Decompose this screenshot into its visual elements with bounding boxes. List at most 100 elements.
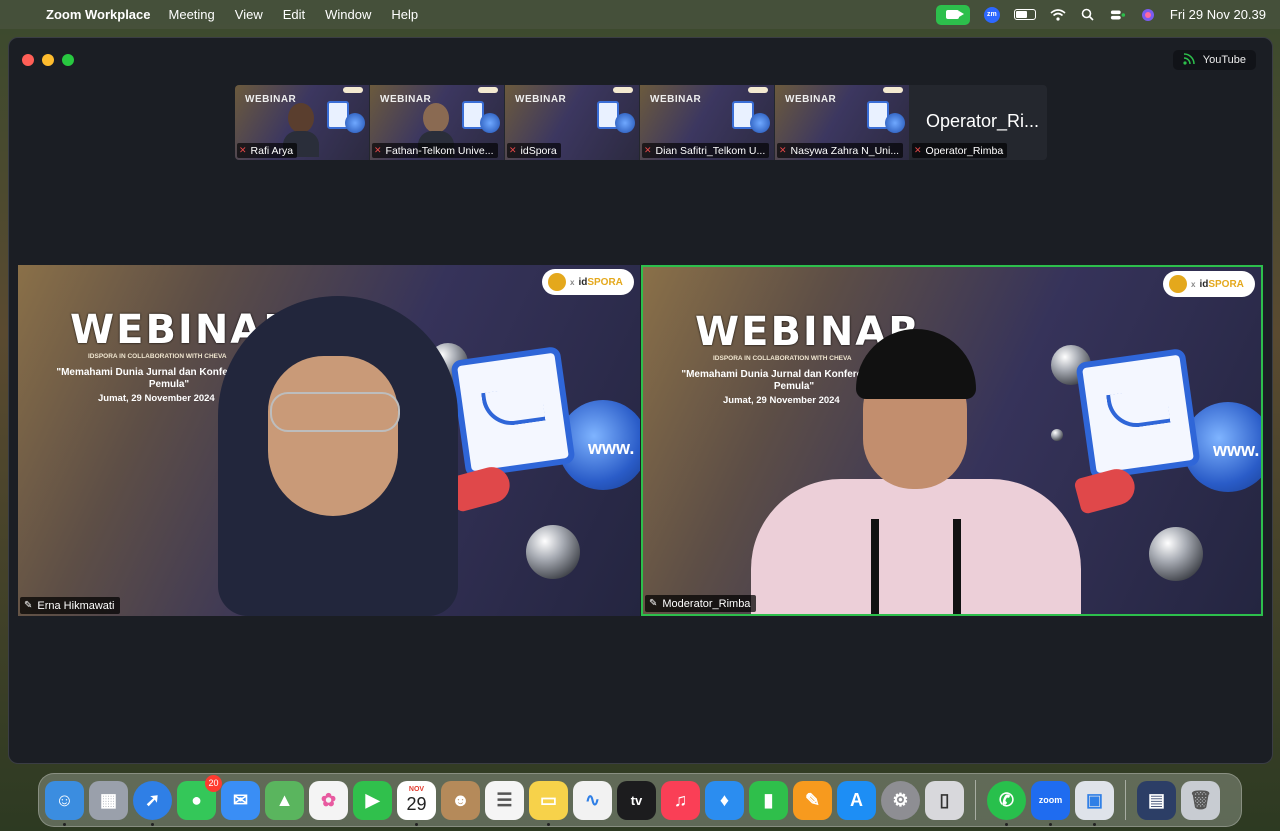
wifi-icon[interactable] <box>1050 8 1066 22</box>
menu-meeting[interactable]: Meeting <box>169 7 215 22</box>
globe-text: www. <box>588 438 635 458</box>
close-window-button[interactable] <box>22 54 34 66</box>
logo-separator: x <box>1191 279 1196 289</box>
participant-name: Erna Hikmawati <box>37 599 115 612</box>
slide-title: WEBINAR <box>785 94 837 105</box>
globe-graphic <box>885 113 905 133</box>
battery-icon[interactable] <box>1013 9 1036 20</box>
apple-tv-icon[interactable]: tv <box>617 780 656 820</box>
slide-title: WEBINAR <box>515 94 567 105</box>
idspora-wordmark: idSPORA <box>1199 279 1243 290</box>
participant-thumbnail[interactable]: Operator_Ri... ✕ Operator_Rimba <box>910 85 1044 160</box>
music-icon[interactable]: ♫ <box>661 780 700 820</box>
calendar-day: 29 <box>406 794 427 814</box>
facetime-icon[interactable]: ▶ <box>353 780 392 820</box>
globe-graphic <box>345 113 365 133</box>
menu-help[interactable]: Help <box>391 7 418 22</box>
participant-name-tag: ✕ Rafi Arya <box>237 143 298 158</box>
participant-name-tag: ✎ Moderator_Rimba <box>645 595 757 612</box>
trash-icon[interactable]: 🗑 <box>1181 780 1220 820</box>
participant-thumbnail[interactable]: WEBINAR ✕ idSpora <box>505 85 639 160</box>
safari-icon[interactable]: ➚ <box>133 780 172 826</box>
pin-icon: ✎ <box>24 600 33 611</box>
logo-id-text: id <box>578 276 588 288</box>
photos-icon[interactable]: ✿ <box>309 780 348 820</box>
slide-logo <box>478 87 498 93</box>
spotlight-search-icon[interactable] <box>1080 8 1096 22</box>
broadcast-icon <box>1183 52 1195 68</box>
active-speaker-video-tile[interactable]: WEBINAR IDSPORA IN COLLABORATION WITH CH… <box>641 265 1263 616</box>
logo-id-text: id <box>1199 278 1209 290</box>
dock: ☺ ▦ ➚ ● 20 ✉ ▲ ✿ ▶ NOV 29 ☻ ☰ ▭ ∿ tv ♫ ♦ … <box>38 773 1242 827</box>
participant-video <box>188 296 478 616</box>
participant-thumbnail[interactable]: WEBINAR ✕ Rafi Arya <box>235 85 369 160</box>
notes-icon[interactable]: ▭ <box>529 780 568 826</box>
participant-thumbnail-strip: WEBINAR ✕ Rafi Arya WEBINAR ✕ Fathan-Telko… <box>235 85 1047 160</box>
muted-mic-icon: ✕ <box>644 145 652 155</box>
globe-graphic <box>480 113 500 133</box>
whatsapp-icon[interactable]: ✆ <box>987 780 1026 826</box>
globe-graphic <box>615 113 635 133</box>
idspora-logo: x idSPORA <box>1163 271 1255 297</box>
participant-thumbnail[interactable]: WEBINAR ✕ Nasywa Zahra N_Uni... <box>775 85 909 160</box>
logo-spora-text: SPORA <box>1208 278 1244 290</box>
participant-name-tag: ✕ Dian Safitri_Telkom U... <box>642 143 770 158</box>
freeform-icon[interactable]: ∿ <box>573 780 612 820</box>
idspora-logo: x idSPORA <box>542 269 634 295</box>
keynote-icon[interactable]: ♦ <box>705 780 744 820</box>
slide-logo <box>613 87 633 93</box>
slide-logo <box>343 87 363 93</box>
control-center-icon[interactable] <box>1110 8 1126 22</box>
messages-icon[interactable]: ● 20 <box>177 774 222 820</box>
downloads-stack-icon[interactable]: ▤ <box>1137 780 1176 820</box>
fullscreen-window-button[interactable] <box>62 54 74 66</box>
participant-name: Fathan-Telkom Unive... <box>385 144 494 157</box>
participant-name: idSpora <box>520 144 557 157</box>
reminders-icon[interactable]: ☰ <box>485 780 524 820</box>
maps-icon[interactable]: ▲ <box>265 780 304 820</box>
calendar-month: NOV <box>408 786 425 793</box>
livestream-indicator[interactable]: YouTube <box>1172 50 1256 70</box>
participant-big-name: Operator_Ri... <box>926 111 1040 131</box>
menu-app-name[interactable]: Zoom Workplace <box>46 7 151 22</box>
system-settings-icon[interactable]: ⚙ <box>881 780 920 820</box>
participant-thumbnail[interactable]: WEBINAR ✕ Dian Safitri_Telkom U... <box>640 85 774 160</box>
menu-window[interactable]: Window <box>325 7 371 22</box>
participant-thumbnail[interactable]: WEBINAR ✕ Fathan-Telkom Unive... <box>370 85 504 160</box>
menu-bar: Zoom Workplace Meeting View Edit Window … <box>0 0 1280 29</box>
dock-separator <box>975 780 976 820</box>
minimize-window-button[interactable] <box>42 54 54 66</box>
menu-edit[interactable]: Edit <box>283 7 305 22</box>
pages-icon[interactable]: ✎ <box>793 780 832 820</box>
slide-logo <box>748 87 768 93</box>
document-graphic <box>1075 347 1201 481</box>
zoom-video-status-icon[interactable] <box>935 4 970 25</box>
launchpad-icon[interactable]: ▦ <box>89 780 128 820</box>
participant-name-tag: ✎ Erna Hikmawati <box>20 597 121 614</box>
contacts-icon[interactable]: ☻ <box>441 780 480 820</box>
muted-mic-icon: ✕ <box>374 145 382 155</box>
numbers-icon[interactable]: ▮ <box>749 780 788 820</box>
zoom-label: zoom <box>1038 795 1063 805</box>
participant-name-tag: ✕ Fathan-Telkom Unive... <box>372 143 498 158</box>
mail-icon[interactable]: ✉ <box>221 780 260 820</box>
zoom-icon[interactable]: zoom <box>1031 780 1070 826</box>
livestream-label: YouTube <box>1202 54 1246 66</box>
siri-icon[interactable] <box>1140 8 1156 22</box>
iphone-mirroring-icon[interactable]: ▯ <box>925 780 964 820</box>
preview-icon[interactable]: ▣ <box>1075 780 1114 826</box>
menu-view[interactable]: View <box>235 7 263 22</box>
finder-icon[interactable]: ☺ <box>45 780 84 826</box>
menu-clock[interactable]: Fri 29 Nov 20.39 <box>1170 7 1266 22</box>
app-store-icon[interactable]: A <box>837 780 876 820</box>
muted-mic-icon: ✕ <box>239 145 247 155</box>
participant-name-tag: ✕ idSpora <box>507 143 561 158</box>
calendar-icon[interactable]: NOV 29 <box>397 780 436 826</box>
zoom-menu-icon[interactable]: zm <box>983 6 1000 23</box>
window-controls <box>22 54 74 66</box>
chrome-sphere <box>1149 527 1203 581</box>
chrome-sphere <box>526 525 580 579</box>
participant-name: Moderator_Rimba <box>662 597 751 610</box>
speaker-video-tile[interactable]: WEBINAR IDSPORA IN COLLABORATION WITH CH… <box>18 265 640 616</box>
status-area: zm Fri 29 Nov 20.39 <box>935 4 1280 25</box>
